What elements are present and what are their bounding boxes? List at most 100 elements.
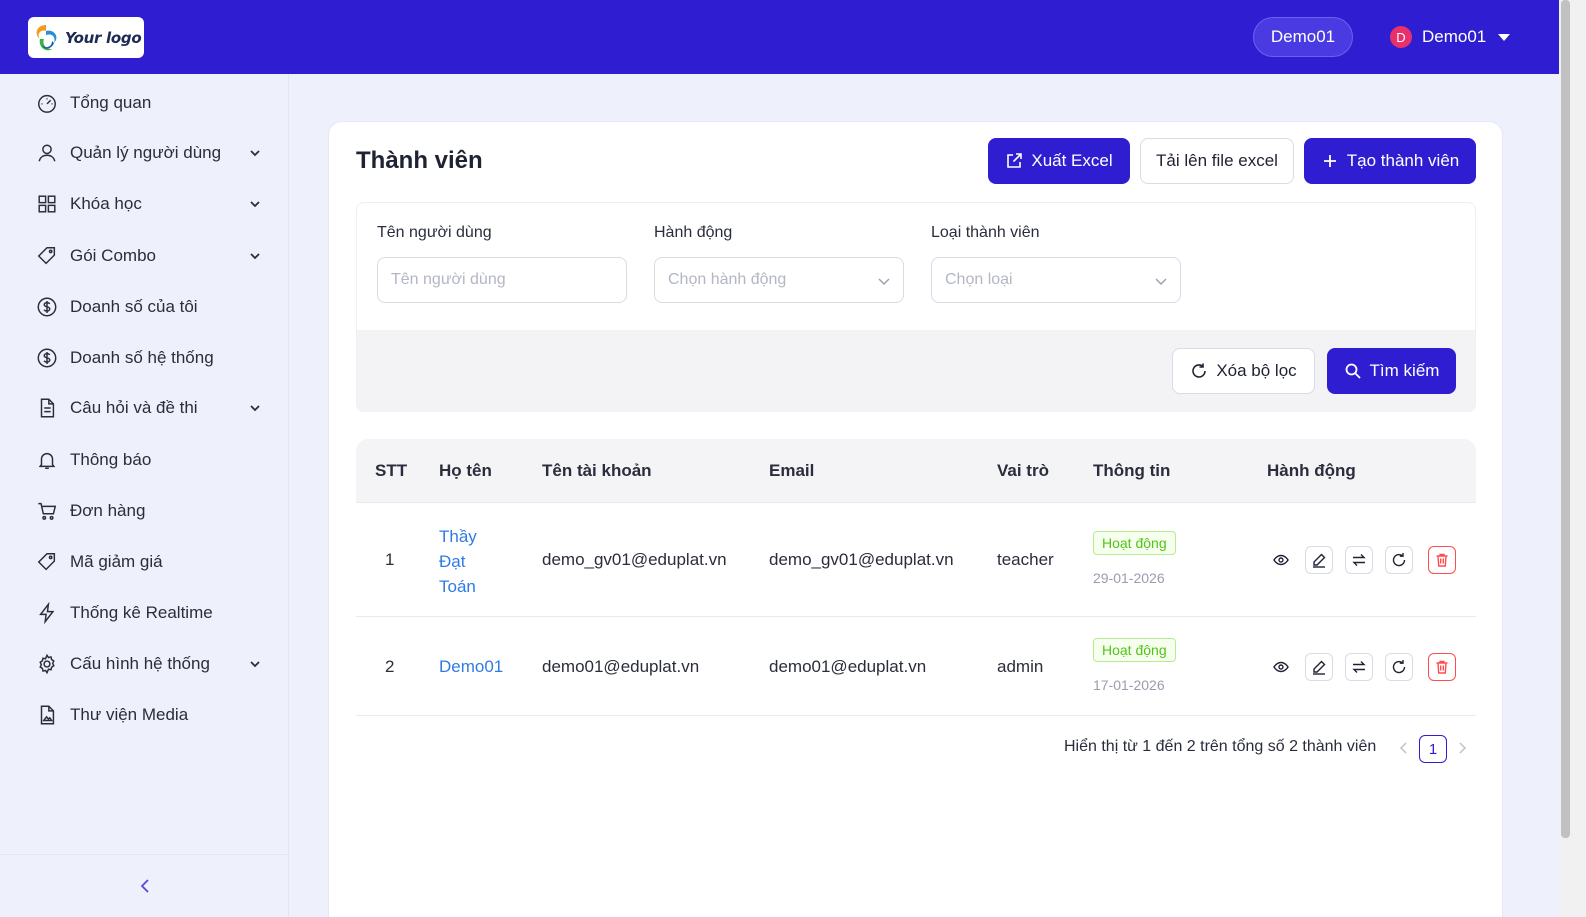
export-excel-button[interactable]: Xuất Excel [988,138,1130,184]
next-page-icon[interactable] [1456,740,1468,756]
chevron-down-icon [1155,278,1167,285]
delete-button[interactable] [1428,653,1456,681]
row-email: demo01@eduplat.vn [769,657,927,676]
sidebar-item-media-library[interactable]: Thư viện Media [36,701,266,729]
user-icon [38,144,56,162]
sidebar-item-questions-exams[interactable]: Câu hỏi và đề thi [36,394,266,422]
filter-label-action: Hành động [654,224,733,241]
external-link-icon [1007,153,1023,168]
status-badge: Hoạt động [1093,638,1176,662]
tag-icon [37,247,56,265]
sidebar-item-realtime-stats[interactable]: Thống kê Realtime [36,599,266,627]
upload-excel-button[interactable]: Tải lên file excel [1140,138,1294,184]
page-title: Thành viên [356,147,483,174]
sidebar-item-my-sales[interactable]: Doanh số của tôi [36,293,266,321]
search-button[interactable]: Tìm kiếm [1327,348,1456,394]
chevron-down-icon [250,150,260,157]
swap-icon [1352,554,1366,566]
edit-button[interactable] [1305,546,1333,574]
logo-text: Your logo [65,28,142,47]
row-name-line: Demo01 [439,657,504,676]
switch-button[interactable] [1345,653,1373,681]
media-file-icon [40,705,55,725]
column-header-name: Họ tên [439,461,492,480]
filter-panel: Tên người dùng Tên người dùng Hành động … [356,202,1476,412]
filter-actions-bar: Xóa bộ lọc Tìm kiếm [357,330,1475,412]
row-name-link[interactable]: Thầy Đạt Toán [439,524,477,599]
column-header-info: Thông tin [1093,461,1171,480]
members-card: Thành viên Xuất Excel Tải lên file excel… [328,121,1503,917]
sidebar-item-user-management[interactable]: Quản lý người dùng [36,139,266,167]
action-select-placeholder: Chọn hành động [668,271,787,288]
row-email: demo_gv01@eduplat.vn [769,550,954,569]
prev-page-icon[interactable] [1398,740,1410,756]
switch-button[interactable] [1345,546,1373,574]
row-date: 29-01-2026 [1093,570,1165,586]
sidebar-item-discount-codes[interactable]: Mã giảm giá [36,548,266,576]
top-header: Your logo Demo01 D Demo01 [0,0,1586,74]
bell-icon [38,452,56,469]
view-button[interactable] [1267,546,1295,574]
org-switch-button[interactable]: Demo01 [1253,17,1353,57]
username-search-input[interactable]: Tên người dùng [377,257,627,303]
table-row: 1 Thầy Đạt Toán demo_gv01@eduplat.vn dem… [356,503,1476,617]
bolt-icon [39,602,55,624]
clear-filter-label: Xóa bộ lọc [1216,361,1297,380]
search-label: Tìm kiếm [1369,361,1440,380]
page-number-button[interactable]: 1 [1419,735,1447,763]
edit-icon [1313,553,1326,568]
reset-button[interactable] [1385,653,1413,681]
sidebar-item-notifications[interactable]: Thông báo [36,446,266,474]
reload-icon [1392,553,1406,567]
gear-icon [39,653,55,675]
sidebar-item-label: Đơn hàng [70,501,146,520]
sidebar-item-label: Thông báo [70,450,152,469]
logo[interactable]: Your logo [28,17,144,58]
column-header-email: Email [769,461,815,480]
sidebar-item-label: Doanh số của tôi [70,297,198,316]
sidebar-collapse-button[interactable] [0,854,289,917]
user-menu[interactable]: D Demo01 [1390,24,1511,50]
page-scrollbar-thumb[interactable] [1561,0,1570,838]
reload-icon [1192,363,1207,378]
member-type-select[interactable]: Chọn loại [931,257,1181,303]
view-button[interactable] [1267,653,1295,681]
sidebar-item-label: Khóa học [70,194,142,213]
swap-icon [1352,661,1366,673]
sidebar-item-system-sales[interactable]: Doanh số hệ thống [36,344,266,372]
dollar-icon [37,297,57,317]
row-name-line: Thầy [439,527,477,546]
eye-icon [1273,554,1289,566]
column-header-username: Tên tài khoản [542,461,652,480]
reset-button[interactable] [1385,546,1413,574]
sidebar-item-combo[interactable]: Gói Combo [36,242,266,270]
trash-icon [1436,660,1448,674]
upload-excel-label: Tải lên file excel [1156,151,1278,170]
row-stt: 2 [385,657,395,676]
chevron-left-icon [140,879,149,893]
reload-icon [1392,660,1406,674]
sidebar-item-overview[interactable]: Tổng quan [36,89,266,117]
delete-button[interactable] [1428,546,1456,574]
edit-button[interactable] [1305,653,1333,681]
column-header-role: Vai trò [997,461,1049,480]
sidebar-item-label: Thống kê Realtime [70,603,213,622]
logo-mark-icon [36,24,57,50]
avatar: D [1390,26,1412,48]
create-member-button[interactable]: Tạo thành viên [1304,138,1476,184]
sidebar-item-orders[interactable]: Đơn hàng [36,497,266,525]
chevron-down-icon [250,253,260,260]
action-select[interactable]: Chọn hành động [654,257,904,303]
sidebar-item-label: Doanh số hệ thống [70,348,214,367]
trash-icon [1436,553,1448,567]
column-header-actions: Hành động [1267,461,1356,480]
sidebar: Tổng quan Quản lý người dùng Khóa học Gó… [0,74,289,917]
clear-filter-button[interactable]: Xóa bộ lọc [1172,348,1315,394]
sidebar-item-courses[interactable]: Khóa học [36,190,266,218]
sidebar-item-system-config[interactable]: Cấu hình hệ thống [36,650,266,678]
grid-icon [38,195,56,213]
sidebar-item-label: Cấu hình hệ thống [70,654,210,673]
row-name-line: Đạt [439,552,466,571]
search-icon [1345,363,1361,379]
row-name-link[interactable]: Demo01 [439,657,503,677]
